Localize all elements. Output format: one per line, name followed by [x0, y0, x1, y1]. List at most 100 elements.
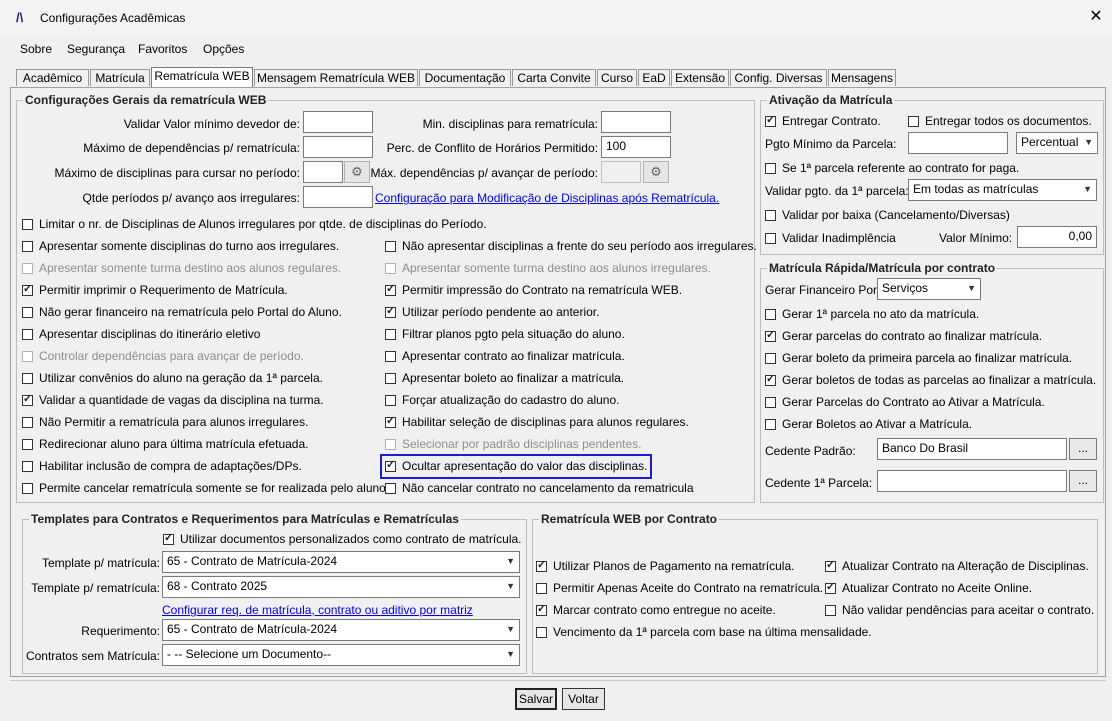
geral-left-box-1[interactable]	[22, 262, 33, 274]
menu-opcoes[interactable]: Opções	[203, 42, 244, 56]
pgto-minimo-input[interactable]	[908, 132, 1008, 154]
tab-carta-convite[interactable]: Carta Convite	[512, 69, 596, 86]
geral-left-box-6[interactable]	[22, 372, 33, 384]
tab-mensagens[interactable]: Mensagens	[828, 69, 896, 86]
geral-left-checkbox-7[interactable]: Validar a quantidade de vagas da discipl…	[22, 392, 324, 407]
geral-left-box-8[interactable]	[22, 416, 33, 428]
validar-baixa-box[interactable]	[765, 209, 776, 221]
config-modificacao-link[interactable]: Configuração para Modificação de Discipl…	[375, 191, 719, 205]
geral-left-checkbox-11[interactable]: Permite cancelar rematrícula somente se …	[22, 481, 389, 495]
rapida-box-1[interactable]	[765, 328, 776, 342]
rapida-checkbox-1[interactable]: Gerar parcelas do contrato ao finalizar …	[765, 328, 1042, 343]
geral-right-box-3[interactable]	[385, 304, 396, 318]
entregar-todos-checkbox[interactable]: Entregar todos os documentos.	[908, 114, 1092, 128]
requerimento-select[interactable]: 65 - Contrato de Matrícula-2024	[162, 619, 520, 641]
geral-right-checkbox-1[interactable]: Apresentar somente turma destino aos alu…	[385, 261, 711, 275]
valor-minimo-input[interactable]: 0,00	[1017, 226, 1097, 248]
cedente-1a-input[interactable]	[877, 470, 1067, 492]
max-dependencias-input[interactable]	[303, 136, 373, 158]
geral-right-box-11[interactable]	[385, 482, 396, 494]
tab-matricula[interactable]: Matrícula	[90, 69, 150, 86]
close-icon[interactable]: ✕	[1086, 6, 1106, 28]
limitar-box[interactable]	[22, 218, 33, 230]
rapida-checkbox-4[interactable]: Gerar Parcelas do Contrato ao Ativar a M…	[765, 395, 1045, 409]
validar-inad-box[interactable]	[765, 232, 776, 244]
geral-right-box-0[interactable]	[385, 240, 396, 252]
tab-academico[interactable]: Acadêmico	[16, 69, 89, 86]
geral-right-checkbox-8[interactable]: Habilitar seleção de disciplinas para al…	[385, 414, 689, 429]
geral-left-box-11[interactable]	[22, 482, 33, 494]
geral-left-checkbox-3[interactable]: Não gerar financeiro na rematrícula pelo…	[22, 305, 342, 319]
geral-left-checkbox-4[interactable]: Apresentar disciplinas do itinerário ele…	[22, 327, 260, 341]
perc-conflito-input[interactable]: 100	[601, 136, 671, 158]
apenas-aceite-box[interactable]	[536, 582, 547, 594]
rapida-checkbox-0[interactable]: Gerar 1ª parcela no ato da matrícula.	[765, 307, 979, 321]
cedente-padrao-browse-button[interactable]: ...	[1069, 438, 1097, 460]
rapida-box-4[interactable]	[765, 396, 776, 408]
atualizar-aceite-box[interactable]	[825, 580, 836, 594]
utilizar-planos-checkbox[interactable]: Utilizar Planos de Pagamento na rematríc…	[536, 558, 794, 573]
rapida-box-3[interactable]	[765, 372, 776, 386]
tab-mensagem-rematricula[interactable]: Mensagem Rematrícula WEB	[254, 69, 418, 86]
geral-right-box-6[interactable]	[385, 372, 396, 384]
geral-right-box-1[interactable]	[385, 262, 396, 274]
geral-left-checkbox-8[interactable]: Não Permitir a rematrícula para alunos i…	[22, 415, 308, 429]
save-button[interactable]: Salvar	[515, 688, 557, 710]
validar-inad-checkbox[interactable]: Validar Inadimplência	[765, 231, 896, 245]
utilizar-planos-box[interactable]	[536, 558, 547, 572]
rapida-checkbox-5[interactable]: Gerar Boletos ao Ativar a Matrícula.	[765, 417, 972, 431]
geral-left-box-5[interactable]	[22, 350, 33, 362]
marcar-entregue-checkbox[interactable]: Marcar contrato como entregue no aceite.	[536, 602, 776, 617]
geral-right-checkbox-0[interactable]: Não apresentar disciplinas a frente do s…	[385, 239, 757, 253]
rapida-checkbox-3[interactable]: Gerar boletos de todas as parcelas ao fi…	[765, 372, 1096, 387]
geral-left-box-10[interactable]	[22, 460, 33, 472]
marcar-entregue-box[interactable]	[536, 602, 547, 616]
geral-left-box-7[interactable]	[22, 392, 33, 406]
geral-right-checkbox-5[interactable]: Apresentar contrato ao finalizar matrícu…	[385, 349, 625, 363]
vencimento-checkbox[interactable]: Vencimento da 1ª parcela com base na últ…	[536, 625, 872, 639]
se-primeira-box[interactable]	[765, 162, 776, 174]
vencimento-box[interactable]	[536, 626, 547, 638]
rapida-box-0[interactable]	[765, 308, 776, 320]
max-dep-avancar-input[interactable]	[601, 161, 641, 183]
menu-sobre[interactable]: Sobre	[20, 42, 52, 56]
entregar-contrato-box[interactable]	[765, 113, 776, 127]
max-dep-avancar-gear-icon[interactable]: ⚙	[643, 161, 669, 183]
geral-left-checkbox-9[interactable]: Redirecionar aluno para última matrícula…	[22, 437, 308, 451]
rapida-box-5[interactable]	[765, 418, 776, 430]
geral-right-checkbox-6[interactable]: Apresentar boleto ao finalizar a matrícu…	[385, 371, 624, 385]
rapida-checkbox-2[interactable]: Gerar boleto da primeira parcela ao fina…	[765, 351, 1072, 365]
geral-left-box-2[interactable]	[22, 282, 33, 296]
nao-validar-pendencias-box[interactable]	[825, 604, 836, 616]
atualizar-alteracao-box[interactable]	[825, 558, 836, 572]
geral-left-checkbox-10[interactable]: Habilitar inclusão de compra de adaptaçõ…	[22, 459, 302, 473]
entregar-todos-box[interactable]	[908, 115, 919, 127]
geral-left-box-4[interactable]	[22, 328, 33, 340]
tab-config-diversas[interactable]: Config. Diversas	[730, 69, 827, 86]
validar-valor-input[interactable]	[303, 111, 373, 133]
geral-right-checkbox-2[interactable]: Permitir impressão do Contrato na rematr…	[385, 282, 682, 297]
back-button[interactable]: Voltar	[562, 688, 605, 710]
entregar-contrato-checkbox[interactable]: Entregar Contrato.	[765, 113, 881, 128]
geral-right-checkbox-3[interactable]: Utilizar período pendente ao anterior.	[385, 304, 599, 319]
utilizar-docs-box[interactable]	[163, 531, 174, 545]
utilizar-docs-checkbox[interactable]: Utilizar documentos personalizados como …	[163, 531, 522, 546]
cedente-1a-browse-button[interactable]: ...	[1069, 470, 1097, 492]
geral-left-box-3[interactable]	[22, 306, 33, 318]
geral-right-box-9[interactable]	[385, 438, 396, 450]
tab-extensao[interactable]: Extensão	[671, 69, 729, 86]
tpl-rematricula-select[interactable]: 68 - Contrato 2025	[162, 576, 520, 598]
menu-seguranca[interactable]: Segurança	[67, 42, 125, 56]
qtde-periodos-input[interactable]	[303, 186, 373, 208]
geral-right-checkbox-11[interactable]: Não cancelar contrato no cancelamento da…	[385, 481, 694, 495]
atualizar-alteracao-checkbox[interactable]: Atualizar Contrato na Alteração de Disci…	[825, 558, 1089, 573]
tab-rematricula-web[interactable]: Rematrícula WEB	[151, 67, 253, 88]
geral-left-checkbox-1[interactable]: Apresentar somente turma destino aos alu…	[22, 261, 341, 275]
limitar-checkbox[interactable]: Limitar o nr. de Disciplinas de Alunos i…	[22, 217, 487, 231]
pgto-minimo-type-select[interactable]: Percentual	[1016, 132, 1098, 154]
geral-right-box-8[interactable]	[385, 414, 396, 428]
geral-left-checkbox-6[interactable]: Utilizar convênios do aluno na geração d…	[22, 371, 323, 385]
tab-ead[interactable]: EaD	[638, 69, 670, 86]
validar-pgto-select[interactable]: Em todas as matrículas	[908, 179, 1097, 201]
min-disciplinas-input[interactable]	[601, 111, 671, 133]
